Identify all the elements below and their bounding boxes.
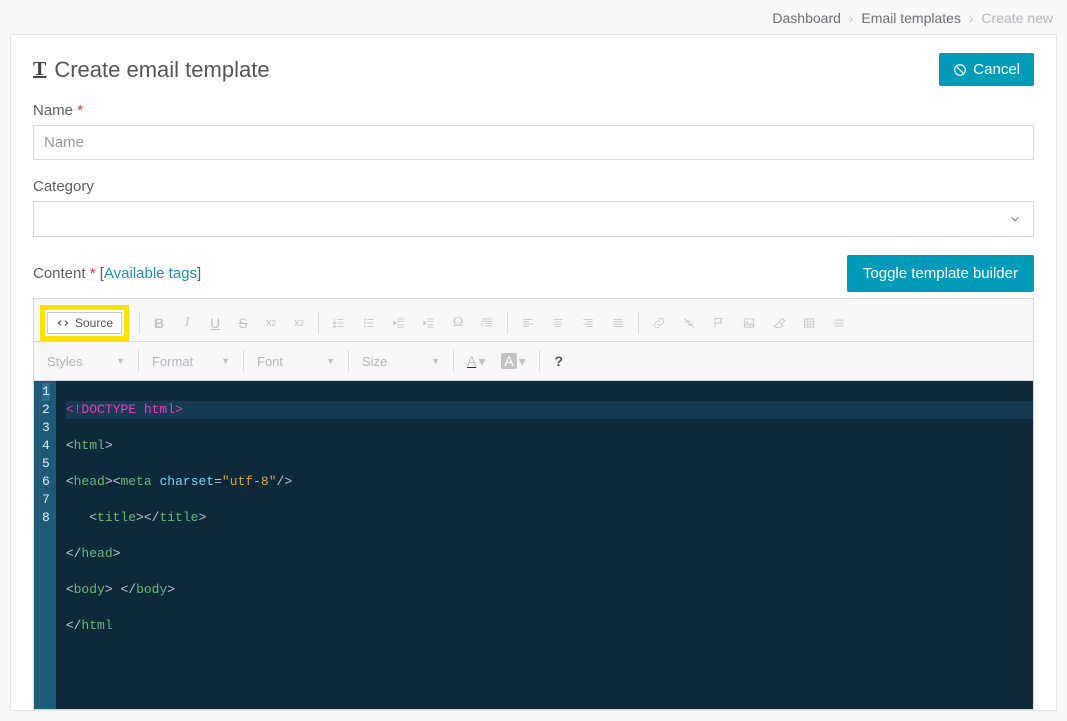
toggle-template-builder-button[interactable]: Toggle template builder [847,255,1034,292]
bg-color-button[interactable]: A▾ [494,348,532,374]
blockquote-icon [480,316,494,330]
name-label: Name [33,102,73,119]
panel: T Create email template Cancel Name * Ca… [10,34,1057,711]
unlink-button[interactable] [675,310,703,336]
bulleted-list-button[interactable] [355,310,383,336]
source-button[interactable]: Source [47,312,122,334]
eraser-icon [772,316,786,330]
content-label: Content [33,265,86,282]
breadcrumb: Dashboard › Email templates › Create new [0,0,1067,34]
code-editor[interactable]: 1 2 3 4 5 6 7 8 <!DOCTYPE html> <html> <… [34,381,1033,709]
eraser-button[interactable] [765,310,793,336]
cancel-icon [953,63,967,77]
align-right-button[interactable] [574,310,602,336]
flag-icon [712,316,726,330]
subscript-button[interactable]: x2 [258,310,284,336]
indent-button[interactable] [415,310,443,336]
numbered-list-button[interactable] [325,310,353,336]
omega-button[interactable]: Ω [445,310,471,336]
link-button[interactable] [645,310,673,336]
superscript-button[interactable]: x2 [286,310,312,336]
source-icon [56,316,70,330]
name-required: * [77,102,83,119]
indent-icon [422,316,436,330]
text-color-button[interactable]: A▾ [460,348,492,374]
breadcrumb-sep-1: › [845,10,858,26]
align-left-button[interactable] [514,310,542,336]
italic-button[interactable]: I [174,310,200,336]
align-justify-icon [611,316,625,330]
outdent-icon [392,316,406,330]
styles-combo[interactable]: Styles▼ [40,350,132,373]
unlink-icon [682,316,696,330]
blockquote-button[interactable] [473,310,501,336]
breadcrumb-dashboard[interactable]: Dashboard [772,10,841,26]
breadcrumb-email-templates[interactable]: Email templates [861,10,961,26]
category-label: Category [33,178,94,195]
strikethrough-button[interactable]: S [230,310,256,336]
source-button-highlight: Source [40,305,129,341]
flag-button[interactable] [705,310,733,336]
font-combo[interactable]: Font▼ [250,350,342,373]
image-button[interactable] [735,310,763,336]
page-title: Create email template [54,57,269,83]
numbered-list-icon [332,316,346,330]
size-combo[interactable]: Size▼ [355,350,447,373]
name-input[interactable] [33,125,1034,160]
source-button-label: Source [75,316,113,330]
format-combo[interactable]: Format▼ [145,350,237,373]
align-right-icon [581,316,595,330]
align-left-icon [521,316,535,330]
rich-text-editor: Source B I U S x2 x2 [33,298,1034,710]
breadcrumb-sep-2: › [965,10,978,26]
image-icon [742,316,756,330]
cancel-button[interactable]: Cancel [939,53,1034,86]
table-icon [802,316,816,330]
cancel-button-label: Cancel [973,61,1020,78]
available-tags-link[interactable]: Available tags [104,265,197,282]
align-justify-button[interactable] [604,310,632,336]
align-center-button[interactable] [544,310,572,336]
table-button[interactable] [795,310,823,336]
bulleted-list-icon [362,316,376,330]
bold-button[interactable]: B [146,310,172,336]
hr-button[interactable] [825,310,853,336]
category-select[interactable] [33,201,1034,237]
content-required: * [90,265,96,282]
code-gutter: 1 2 3 4 5 6 7 8 [34,381,56,709]
breadcrumb-current: Create new [981,10,1053,26]
help-button[interactable]: ? [546,348,572,374]
code-content[interactable]: <!DOCTYPE html> <html> <head><meta chars… [56,381,1033,709]
hr-icon [832,316,846,330]
outdent-button[interactable] [385,310,413,336]
link-icon [652,316,666,330]
underline-button[interactable]: U [202,310,228,336]
align-center-icon [551,316,565,330]
text-cursor-icon: T [33,58,46,81]
